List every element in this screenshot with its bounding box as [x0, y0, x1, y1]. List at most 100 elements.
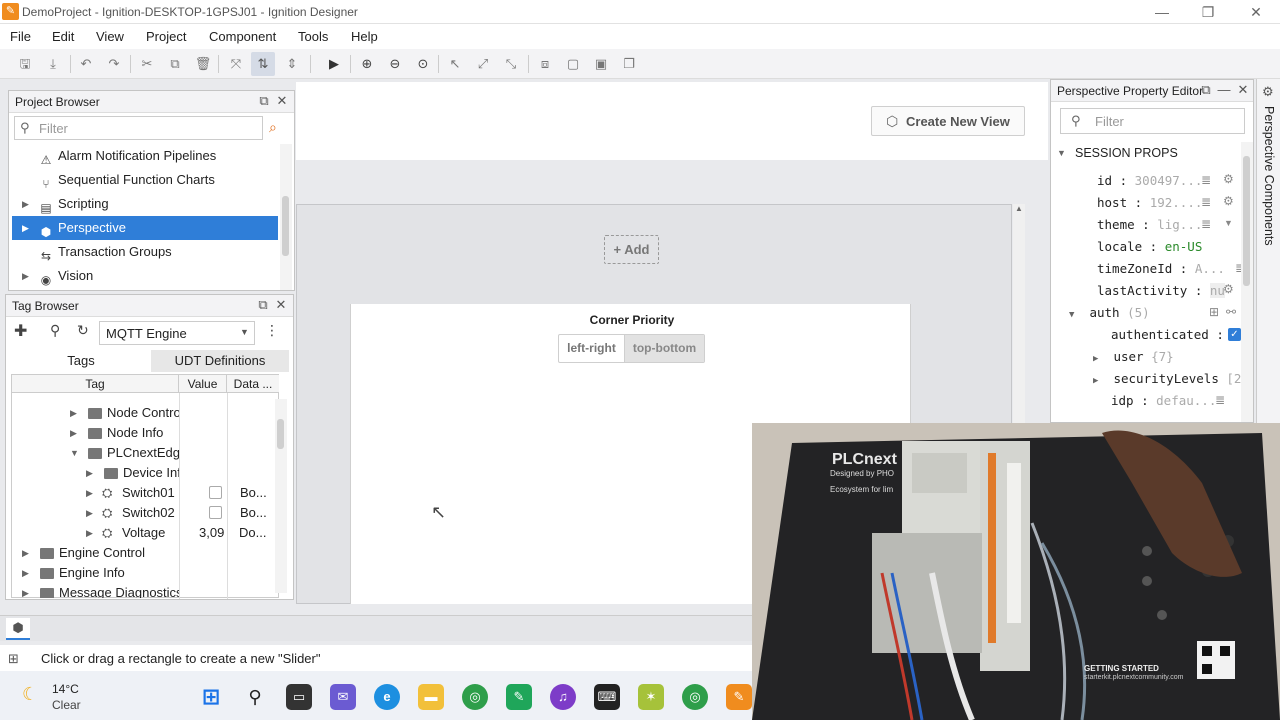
binding-icon[interactable]: ≣ — [1201, 195, 1211, 209]
expand-arrow-icon[interactable]: ▶ — [22, 192, 29, 216]
more-menu-icon[interactable]: ⋮ — [265, 322, 279, 339]
tab-udt-definitions[interactable]: UDT Definitions — [151, 350, 289, 372]
expand-arrow-icon[interactable]: ▶ — [70, 423, 77, 443]
windows-start-icon[interactable]: ⊞ — [198, 684, 224, 710]
refresh-icon[interactable]: ↻ — [77, 322, 89, 339]
add-component-button[interactable]: + Add — [604, 235, 659, 264]
binding-icon[interactable]: ≣ — [1201, 217, 1211, 231]
scroll-thumb[interactable] — [277, 419, 284, 449]
project-filter-input[interactable]: ⚲ Filter — [14, 116, 263, 140]
close-panel-icon[interactable]: ✕ — [274, 298, 288, 312]
copy-icon[interactable]: ⧉ — [163, 52, 187, 76]
ignition-app-icon[interactable]: ✶ — [638, 684, 664, 710]
tag-row[interactable]: ▶ ⛭ Switch02 Bo... — [12, 503, 279, 523]
collapse-arrow-icon[interactable]: ▼ — [70, 443, 79, 463]
close-panel-icon[interactable]: ✕ — [275, 94, 289, 108]
column-tag[interactable]: Tag — [12, 375, 179, 393]
close-panel-icon[interactable]: ✕ — [1236, 83, 1250, 97]
prop-row-timezone[interactable]: timeZoneId : A... — [1097, 258, 1241, 280]
session-props-section[interactable]: ▼ SESSION PROPS — [1051, 142, 1239, 164]
expand-arrow-icon[interactable]: ▶ — [86, 503, 93, 523]
tag-value-checkbox[interactable] — [209, 486, 222, 499]
tag-provider-select[interactable]: MQTT Engine ▼ — [99, 321, 255, 345]
ignition-designer-icon[interactable]: ✎ — [726, 684, 752, 710]
menu-view[interactable]: View — [96, 29, 124, 44]
maximize-button[interactable]: ❐ — [1188, 2, 1228, 22]
search-icon[interactable]: ⚲ — [242, 684, 268, 710]
add-prop-icon[interactable]: ⊞ — [1209, 305, 1219, 319]
create-new-view-button[interactable]: ⬡ Create New View — [871, 106, 1025, 136]
menu-edit[interactable]: Edit — [52, 29, 74, 44]
tag-row[interactable]: ▶ Message Diagnostics — [12, 583, 179, 598]
pointer-icon[interactable]: ↖ — [443, 52, 467, 76]
minimize-button[interactable]: — — [1142, 2, 1182, 22]
gear-icon[interactable]: ⚙ — [1223, 172, 1234, 186]
save-icon[interactable]: 🖫 — [13, 52, 37, 76]
tag-row[interactable]: ▶ Engine Info — [12, 563, 179, 583]
tag-row[interactable]: ▶ Engine Control — [12, 543, 179, 563]
collapse-arrow-icon[interactable]: ▼ — [1057, 142, 1066, 164]
tag-row[interactable]: ▶ Device Inf — [12, 463, 179, 483]
menu-tools[interactable]: Tools — [298, 29, 328, 44]
group-icon[interactable]: ⧈ — [533, 52, 557, 76]
design-mode-icon[interactable]: ⤧ — [224, 52, 248, 76]
task-view-icon[interactable]: ▭ — [286, 684, 312, 710]
file-explorer-icon[interactable]: ▬ — [418, 684, 444, 710]
find-icon[interactable]: ⌕ — [269, 119, 277, 136]
chrome-icon[interactable]: ◎ — [462, 684, 488, 710]
prop-row-host[interactable]: host : 192.... — [1097, 192, 1241, 214]
terminal-icon[interactable]: ⌨ — [594, 684, 620, 710]
prop-row-locale[interactable]: locale : en-US — [1097, 236, 1241, 258]
float-panel-icon[interactable]: ⧉ — [1199, 83, 1213, 97]
align-horizontal-icon[interactable]: ⇕ — [280, 52, 304, 76]
evernote-icon[interactable]: ✎ — [506, 684, 532, 710]
expand-arrow-icon[interactable]: ▶ — [86, 483, 93, 503]
prop-value[interactable]: 300497... — [1135, 173, 1203, 188]
menu-help[interactable]: Help — [351, 29, 378, 44]
prop-row-last-activity[interactable]: lastActivity : nu — [1097, 280, 1241, 302]
tree-item-scripting[interactable]: ▶ ▤ Scripting — [12, 192, 278, 216]
expand-arrow-icon[interactable]: ▶ — [22, 543, 29, 563]
binding-icon[interactable]: ≣ — [1201, 173, 1211, 187]
add-tag-icon[interactable]: ✚ — [14, 321, 27, 341]
perspective-components-side-tab[interactable]: ⚙ Perspective Components — [1256, 79, 1280, 423]
redo-icon[interactable]: ↷ — [102, 52, 126, 76]
close-button[interactable]: ✕ — [1236, 2, 1276, 22]
tag-row[interactable]: ▶ Node Info — [12, 423, 179, 443]
tree-item-alarm-pipelines[interactable]: ⚠ Alarm Notification Pipelines — [12, 144, 278, 168]
perspective-tab-icon[interactable]: ⬢ — [6, 618, 30, 640]
zoom-out-icon[interactable]: ⊖ — [383, 52, 407, 76]
minimize-panel-icon[interactable]: — — [1217, 83, 1231, 97]
prop-row-authenticated[interactable]: authenticated : — [1111, 324, 1241, 346]
column-value[interactable]: Value — [179, 375, 227, 393]
chevron-down-icon[interactable]: ▼ — [1224, 218, 1233, 228]
float-panel-icon[interactable]: ⧉ — [256, 298, 270, 312]
save-all-icon[interactable]: ⤓ — [41, 52, 65, 76]
tag-row[interactable]: ▶ ⛭ Switch01 Bo... — [12, 483, 279, 503]
scroll-thumb[interactable] — [1243, 156, 1250, 286]
tree-item-sfc[interactable]: ⑂ Sequential Function Charts — [12, 168, 278, 192]
segment-left-right[interactable]: left-right — [559, 335, 624, 362]
property-filter-input[interactable]: ⚲ Filter — [1060, 108, 1245, 134]
float-panel-icon[interactable]: ⧉ — [257, 94, 271, 108]
undo-icon[interactable]: ↶ — [74, 52, 98, 76]
expand-arrow-icon[interactable]: ▶ — [1093, 376, 1098, 386]
align-vertical-icon[interactable]: ⇅ — [251, 52, 275, 76]
menu-component[interactable]: Component — [209, 29, 276, 44]
expand-arrow-icon[interactable]: ▶ — [22, 583, 29, 598]
edge-icon[interactable]: e — [374, 684, 400, 710]
reroute-icon[interactable]: ⤡ — [499, 52, 523, 76]
delete-icon[interactable]: 🗑 — [191, 52, 215, 76]
project-tree-scrollbar[interactable] — [280, 144, 292, 290]
tree-item-transaction-groups[interactable]: ⇆ Transaction Groups — [12, 240, 278, 264]
prop-row-idp[interactable]: idp : defau... — [1111, 390, 1219, 412]
property-scrollbar[interactable] — [1241, 142, 1253, 422]
cut-icon[interactable]: ✂ — [135, 52, 159, 76]
tree-item-vision[interactable]: ▶ ◉ Vision — [12, 264, 278, 288]
binding-icon[interactable]: ≣ — [1215, 393, 1225, 407]
prop-row-user[interactable]: ▶ user {7} — [1093, 346, 1241, 368]
zoom-fit-icon[interactable]: ⊙ — [411, 52, 435, 76]
expand-arrow-icon[interactable]: ▶ — [22, 264, 29, 288]
connect-icon[interactable]: ⤢ — [471, 52, 495, 76]
prop-row-security-levels[interactable]: ▶ securityLevels [2] — [1093, 368, 1241, 390]
